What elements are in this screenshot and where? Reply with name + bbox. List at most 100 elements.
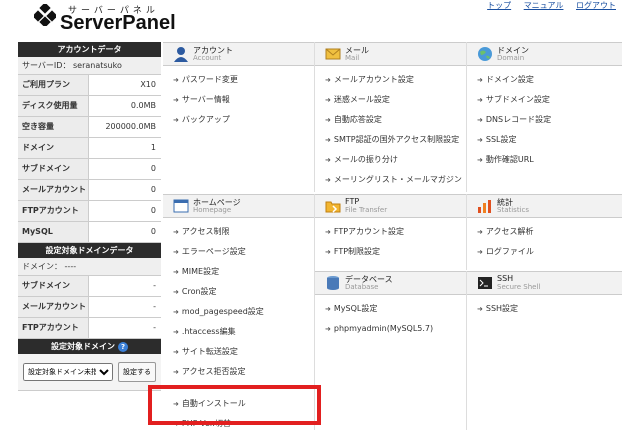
menu-item[interactable]: ➜ Cron設定: [163, 282, 314, 302]
logout-link[interactable]: ログアウト: [576, 1, 616, 10]
menu-item[interactable]: ➜ アクセス解析: [467, 222, 622, 242]
menu-item[interactable]: ➜ ログファイル: [467, 242, 622, 262]
menu-item[interactable]: ➜ アクセス拒否設定: [163, 362, 314, 382]
menu-item[interactable]: ➜ phpmyadmin(MySQL5.7): [315, 319, 466, 339]
menu-item[interactable]: ➜ DNSレコード設定: [467, 110, 622, 130]
manual-link[interactable]: マニュアル: [524, 1, 564, 10]
panel-subtitle: Account: [193, 54, 222, 62]
arrow-icon: ➜: [173, 368, 179, 376]
menu-item[interactable]: ➜ メールアカウント設定: [315, 70, 466, 90]
stats-items: ➜ アクセス解析 ➜ ログファイル: [467, 218, 622, 262]
panel-header: SSH Secure Shell: [467, 271, 622, 295]
menu-item[interactable]: ➜ サイト転送設定: [163, 342, 314, 362]
menu-item[interactable]: ➜ 迷惑メール設定: [315, 90, 466, 110]
stat-value: X10: [89, 75, 161, 95]
ftp-panel: FTP File Transfer ➜ FTPアカウント設定 ➜ FTP制限設定: [315, 194, 467, 270]
ssh-items: ➜ SSH設定: [467, 295, 622, 319]
menu-item[interactable]: ➜ バックアップ: [163, 110, 314, 130]
panel-header: ホームページ Homepage: [163, 194, 314, 218]
menu-item-label: mod_pagespeed設定: [181, 307, 264, 316]
menu-item[interactable]: ➜ .htaccess編集: [163, 322, 314, 342]
target-row: FTPアカウント -: [18, 318, 161, 339]
domain-select[interactable]: 設定対象ドメイン未指定: [23, 363, 113, 381]
highlight-box: [148, 385, 321, 425]
arrow-icon: ➜: [173, 76, 179, 84]
menu-item-label: サーバー情報: [181, 95, 230, 104]
menu-item[interactable]: ➜ mod_pagespeed設定: [163, 302, 314, 322]
arrow-icon: ➜: [173, 268, 179, 276]
menu-item[interactable]: ➜ MySQL設定: [315, 299, 466, 319]
arrow-icon: ➜: [477, 228, 483, 236]
menu-item-label: SMTP認証の国外アクセス制限設定: [333, 135, 460, 144]
menu-item[interactable]: ➜ MIME設定: [163, 262, 314, 282]
arrow-icon: ➜: [173, 348, 179, 356]
stat-value: 1: [89, 138, 161, 158]
menu-item[interactable]: ➜ SSH設定: [467, 299, 622, 319]
menu-item-label: ログファイル: [485, 247, 534, 256]
menu-item[interactable]: ➜ メーリングリスト・メールマガジン: [315, 170, 466, 190]
menu-item-label: 動作確認URL: [485, 155, 534, 164]
stats-icon: [478, 200, 491, 213]
account-data-header: アカウントデータ: [18, 42, 161, 57]
target-domain: ドメイン： ----: [18, 258, 161, 276]
arrow-icon: ➜: [173, 248, 179, 256]
panel-subtitle: Database: [345, 283, 379, 291]
menu-item-label: メーリングリスト・メールマガジン: [333, 175, 462, 184]
stat-row: サブドメイン 0: [18, 159, 161, 180]
menu-item-label: サイト転送設定: [181, 347, 238, 356]
menu-item[interactable]: ➜ サーバー情報: [163, 90, 314, 110]
menu-item[interactable]: ➜ アクセス制限: [163, 222, 314, 242]
arrow-icon: ➜: [173, 116, 179, 124]
menu-item-label: パスワード変更: [181, 75, 238, 84]
stat-label: FTPアカウント: [18, 201, 89, 221]
database-items: ➜ MySQL設定 ➜ phpmyadmin(MySQL5.7): [315, 295, 466, 339]
logo-text: ServerPanel: [60, 12, 176, 34]
arrow-icon: ➜: [325, 176, 331, 184]
menu-item[interactable]: ➜ SMTP認証の国外アクセス制限設定: [315, 130, 466, 150]
menu-item-label: 自動応答設定: [333, 115, 382, 124]
panel-subtitle: Secure Shell: [497, 283, 541, 291]
menu-item[interactable]: ➜ パスワード変更: [163, 70, 314, 90]
menu-item[interactable]: ➜ メールの振り分け: [315, 150, 466, 170]
target-value: -: [89, 276, 161, 296]
mail-panel: メール Mail ➜ メールアカウント設定 ➜ 迷惑メール設定 ➜ 自動応答設定 ➜ S…: [315, 42, 467, 192]
stat-row: 空き容量 200000.0MB: [18, 117, 161, 138]
menu-item[interactable]: ➜ FTP制限設定: [315, 242, 466, 262]
menu-item[interactable]: ➜ エラーページ設定: [163, 242, 314, 262]
menu-item[interactable]: ➜ FTPアカウント設定: [315, 222, 466, 242]
menu-item[interactable]: ➜ ドメイン設定: [467, 70, 622, 90]
menu-item-label: エラーページ設定: [181, 247, 246, 256]
globe-icon: [478, 47, 492, 61]
menu-item[interactable]: ➜ SSL設定: [467, 130, 622, 150]
help-icon[interactable]: ?: [118, 342, 128, 352]
menu-item[interactable]: ➜ 自動応答設定: [315, 110, 466, 130]
top-link[interactable]: トップ: [487, 1, 511, 10]
target-row: サブドメイン -: [18, 276, 161, 297]
server-id: サーバーID： seranatsuko: [18, 57, 161, 75]
target-label: メールアカウント: [18, 297, 89, 317]
menu-item[interactable]: ➜ サブドメイン設定: [467, 90, 622, 110]
menu-item-label: SSH設定: [485, 304, 519, 313]
stat-row: FTPアカウント 0: [18, 201, 161, 222]
logo-icon: [34, 4, 56, 26]
homepage-icon: [173, 199, 189, 213]
stat-value: 0.0MB: [89, 96, 161, 116]
sidebar: アカウントデータ サーバーID： seranatsuko ご利用プラン X10 デ…: [18, 42, 161, 391]
folder-icon: [325, 201, 341, 213]
arrow-icon: ➜: [173, 228, 179, 236]
mail-items: ➜ メールアカウント設定 ➜ 迷惑メール設定 ➜ 自動応答設定 ➜ SMTP認証の国外ア…: [315, 66, 466, 190]
set-domain-button[interactable]: 設定する: [118, 362, 156, 382]
arrow-icon: ➜: [325, 136, 331, 144]
menu-item-label: ドメイン設定: [485, 75, 534, 84]
arrow-icon: ➜: [325, 116, 331, 124]
domain-items: ➜ ドメイン設定 ➜ サブドメイン設定 ➜ DNSレコード設定 ➜ SSL設定 ➜ 動作確…: [467, 66, 622, 170]
panel-header: アカウント Account: [163, 42, 314, 66]
menu-item-label: Cron設定: [181, 287, 217, 296]
menu-item-label: アクセス拒否設定: [181, 367, 246, 376]
top-links: トップ マニュアル ログアウト: [477, 0, 616, 11]
mail-icon: [325, 48, 341, 60]
stat-label: ご利用プラン: [18, 75, 89, 95]
stat-value: 200000.0MB: [89, 117, 161, 137]
menu-item-label: MIME設定: [181, 267, 220, 276]
menu-item[interactable]: ➜ 動作確認URL: [467, 150, 622, 170]
